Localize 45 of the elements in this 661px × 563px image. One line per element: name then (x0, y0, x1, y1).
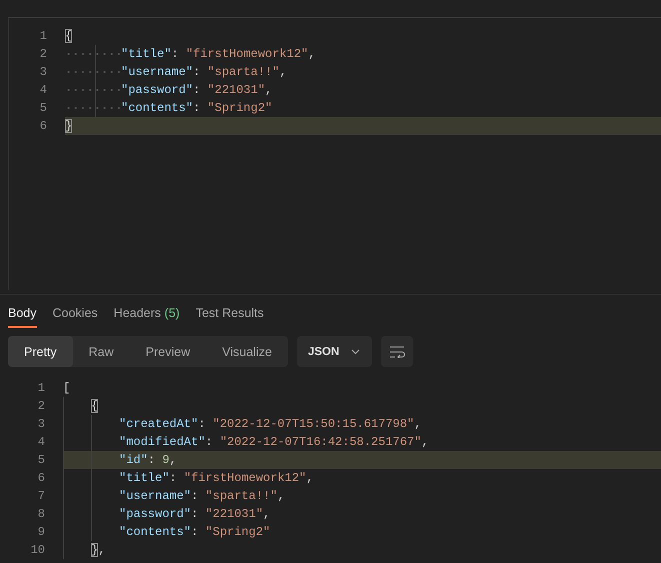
matched-bracket: } (65, 119, 72, 133)
line-number: 8 (36, 507, 45, 521)
code-line: "modifiedAt": "2022-12-07T16:42:58.251767", (119, 435, 429, 449)
code-line: "title": "firstHomework12", (121, 47, 316, 61)
code-line: "id": 9, (119, 453, 177, 467)
line-number: 5 (38, 101, 47, 115)
wrap-lines-icon (389, 346, 406, 358)
matched-bracket: } (91, 543, 98, 557)
code-line: "password": "221031", (119, 507, 270, 521)
code-line: "contents": "Spring2" (121, 101, 272, 115)
line-number: 3 (38, 65, 47, 79)
response-tab[interactable]: Body (8, 306, 36, 328)
code-line: "username": "sparta!!", (121, 65, 287, 79)
wrap-lines-button[interactable] (381, 336, 414, 367)
line-number: 2 (38, 47, 47, 61)
view-mode-tab[interactable]: Pretty (8, 336, 73, 367)
code-line: "title": "firstHomework12", (119, 471, 314, 485)
line-number: 1 (38, 29, 47, 43)
line-number: 4 (36, 435, 45, 449)
line-number: 5 (36, 453, 45, 467)
format-dropdown[interactable]: JSON (296, 336, 372, 367)
view-mode-tab[interactable]: Preview (130, 336, 206, 367)
line-number: 2 (36, 399, 45, 413)
line-number: 9 (36, 525, 45, 539)
line-number: 3 (36, 417, 45, 431)
view-mode-tab[interactable]: Visualize (206, 336, 288, 367)
code-text: , (98, 543, 106, 557)
code-line: "createdAt": "2022-12-07T15:50:15.617798", (119, 417, 422, 431)
line-number: 7 (36, 489, 45, 503)
chevron-down-icon (351, 348, 360, 354)
response-tab[interactable]: Test Results (196, 306, 264, 328)
response-tab[interactable]: Cookies (52, 306, 98, 328)
line-number: 4 (38, 83, 47, 97)
line-number: 1 (36, 381, 45, 395)
line-number: 6 (38, 119, 47, 133)
view-mode-tab[interactable]: Raw (72, 336, 130, 367)
matched-bracket: { (65, 29, 72, 43)
line-number: 6 (36, 471, 45, 485)
code-line: "username": "sparta!!", (119, 489, 285, 503)
matched-bracket: { (91, 399, 98, 413)
code-line: [ (63, 381, 70, 395)
response-tab[interactable]: Headers (5) (114, 306, 180, 328)
code-line: "password": "221031", (121, 83, 272, 97)
code-line: "contents": "Spring2" (119, 525, 270, 539)
line-number: 10 (30, 543, 45, 557)
